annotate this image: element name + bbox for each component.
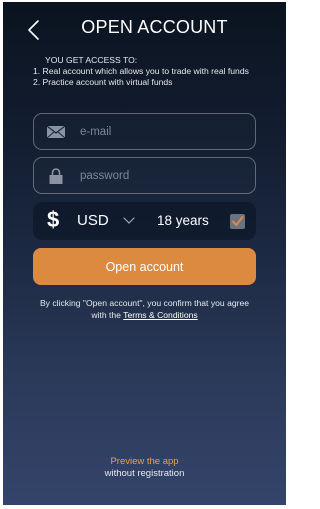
password-field[interactable] bbox=[33, 157, 256, 194]
open-account-button[interactable]: Open account bbox=[33, 248, 256, 285]
age-label: 18 years bbox=[157, 213, 209, 228]
age-checkbox[interactable] bbox=[230, 214, 245, 229]
consent-text: By clicking "Open account", you confirm … bbox=[33, 298, 256, 321]
chevron-down-icon bbox=[123, 217, 135, 224]
access-item: 1. Real account which allows you to trad… bbox=[33, 66, 249, 76]
preview-app-link[interactable]: Preview the app bbox=[3, 456, 286, 467]
access-heading: YOU GET ACCESS TO: bbox=[45, 55, 138, 65]
currency-age-row: $ USD 18 years bbox=[33, 202, 256, 240]
access-item: 2. Practice account with virtual funds bbox=[33, 77, 173, 87]
currency-select[interactable]: USD bbox=[71, 202, 141, 240]
email-field[interactable] bbox=[33, 113, 256, 150]
back-button[interactable] bbox=[23, 18, 45, 42]
password-input[interactable] bbox=[78, 165, 248, 187]
email-input[interactable] bbox=[78, 121, 248, 143]
open-account-screen: OPEN ACCOUNT YOU GET ACCESS TO: 1. Real … bbox=[3, 2, 286, 505]
lock-icon bbox=[49, 168, 63, 184]
page-title: OPEN ACCOUNT bbox=[81, 17, 228, 37]
currency-symbol: $ bbox=[47, 207, 60, 232]
access-info: YOU GET ACCESS TO: 1. Real account which… bbox=[33, 55, 266, 88]
currency-value: USD bbox=[77, 212, 109, 229]
preview-subtext: without registration bbox=[104, 468, 185, 479]
envelope-icon bbox=[46, 125, 66, 139]
terms-link[interactable]: Terms & Conditions bbox=[123, 310, 198, 320]
chevron-left-icon bbox=[28, 20, 39, 40]
checkmark-icon bbox=[232, 216, 244, 226]
